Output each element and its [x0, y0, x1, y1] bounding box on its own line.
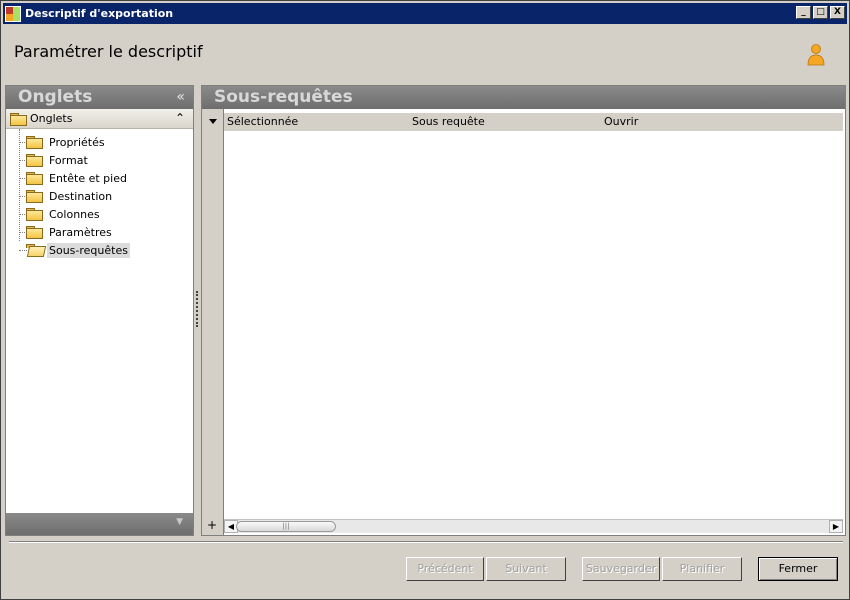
subqueries-grid: Sélectionnée Sous requête Ouvrir + ◀ |||…: [202, 109, 845, 535]
row-header-column: [202, 109, 224, 535]
tree-item-label: Paramètres: [49, 225, 112, 239]
scroll-right-icon[interactable]: ▶: [829, 520, 843, 533]
scrollbar-thumb[interactable]: |||: [236, 521, 336, 532]
folder-icon: [26, 208, 43, 221]
save-button-label: Sauvegarder: [585, 562, 657, 575]
tree-item-label: Sous-requêtes: [47, 242, 130, 258]
column-header-ouvrir[interactable]: Ouvrir: [601, 113, 843, 131]
collapse-panel-icon[interactable]: «: [176, 86, 185, 108]
user-icon[interactable]: [806, 43, 826, 67]
add-row-button[interactable]: +: [204, 519, 220, 533]
chevron-down-icon[interactable]: ▼: [176, 517, 183, 527]
folder-icon: [26, 226, 43, 239]
tree-item-label: Format: [49, 153, 88, 167]
next-button-label: Suivant: [505, 562, 547, 575]
tree-item-sous-requetes[interactable]: Sous-requêtes: [6, 241, 193, 259]
folder-icon: [26, 136, 43, 149]
tree-item-label: Colonnes: [49, 207, 100, 221]
tree-item-label: Propriétés: [49, 135, 105, 149]
window-controls: _ □ X: [796, 6, 845, 19]
column-header-selectionnee[interactable]: Sélectionnée: [224, 113, 409, 131]
tabs-panel: Onglets « Onglets ⌃ Propriétés Format En…: [5, 85, 194, 536]
folder-icon: [26, 172, 43, 185]
footer-separator: [9, 541, 843, 543]
column-header-sous-requete[interactable]: Sous requête: [409, 113, 601, 131]
subqueries-panel: Sous-requêtes Sélectionnée Sous requête …: [201, 85, 846, 536]
horizontal-scrollbar[interactable]: ◀ ||| ▶: [224, 519, 843, 533]
tabs-panel-title: Onglets: [18, 87, 93, 107]
save-button[interactable]: Sauvegarder: [582, 557, 660, 581]
maximize-button[interactable]: □: [813, 6, 828, 19]
tabs-panel-header: Onglets «: [6, 86, 193, 109]
subqueries-panel-header: Sous-requêtes: [202, 86, 845, 109]
tree-item-proprietes[interactable]: Propriétés: [6, 133, 193, 151]
tree-item-destination[interactable]: Destination: [6, 187, 193, 205]
grid-column-headers: Sélectionnée Sous requête Ouvrir: [224, 113, 843, 131]
panel-splitter[interactable]: [196, 291, 199, 327]
app-icon: [5, 5, 21, 22]
window-title: Descriptif d'exportation: [25, 7, 174, 20]
minimize-button[interactable]: _: [796, 6, 811, 19]
page-title: Paramétrer le descriptif: [14, 42, 203, 61]
open-folder-icon: [26, 244, 42, 256]
close-window-button[interactable]: X: [830, 6, 845, 19]
grid-body: [224, 131, 843, 519]
tabs-panel-footer: ▼: [6, 513, 193, 535]
export-dialog-window: Descriptif d'exportation _ □ X Paramétre…: [0, 0, 850, 600]
tree-item-colonnes[interactable]: Colonnes: [6, 205, 193, 223]
previous-button-label: Précédent: [417, 562, 473, 575]
tree-item-entete-et-pied[interactable]: Entête et pied: [6, 169, 193, 187]
subqueries-panel-title: Sous-requêtes: [214, 87, 353, 107]
folder-icon: [26, 190, 43, 203]
sort-arrow-icon[interactable]: [209, 119, 217, 124]
folder-icon: [26, 154, 43, 167]
tree-item-label: Destination: [49, 189, 113, 203]
close-button[interactable]: Fermer: [758, 557, 838, 581]
folder-icon: [10, 112, 27, 126]
close-button-label: Fermer: [778, 562, 818, 575]
title-bar[interactable]: Descriptif d'exportation _ □ X: [3, 3, 847, 24]
tree-root-label: Onglets: [30, 112, 73, 125]
collapse-up-icon[interactable]: ⌃: [175, 111, 185, 125]
next-button[interactable]: Suivant: [486, 557, 566, 581]
tree-item-parametres[interactable]: Paramètres: [6, 223, 193, 241]
schedule-button-label: Planifier: [679, 562, 725, 575]
tree-item-format[interactable]: Format: [6, 151, 193, 169]
tree-root[interactable]: Onglets ⌃: [6, 109, 193, 129]
previous-button[interactable]: Précédent: [406, 557, 484, 581]
tabs-tree: Propriétés Format Entête et pied Destina…: [6, 129, 193, 259]
tree-item-label: Entête et pied: [49, 171, 127, 185]
schedule-button[interactable]: Planifier: [662, 557, 742, 581]
